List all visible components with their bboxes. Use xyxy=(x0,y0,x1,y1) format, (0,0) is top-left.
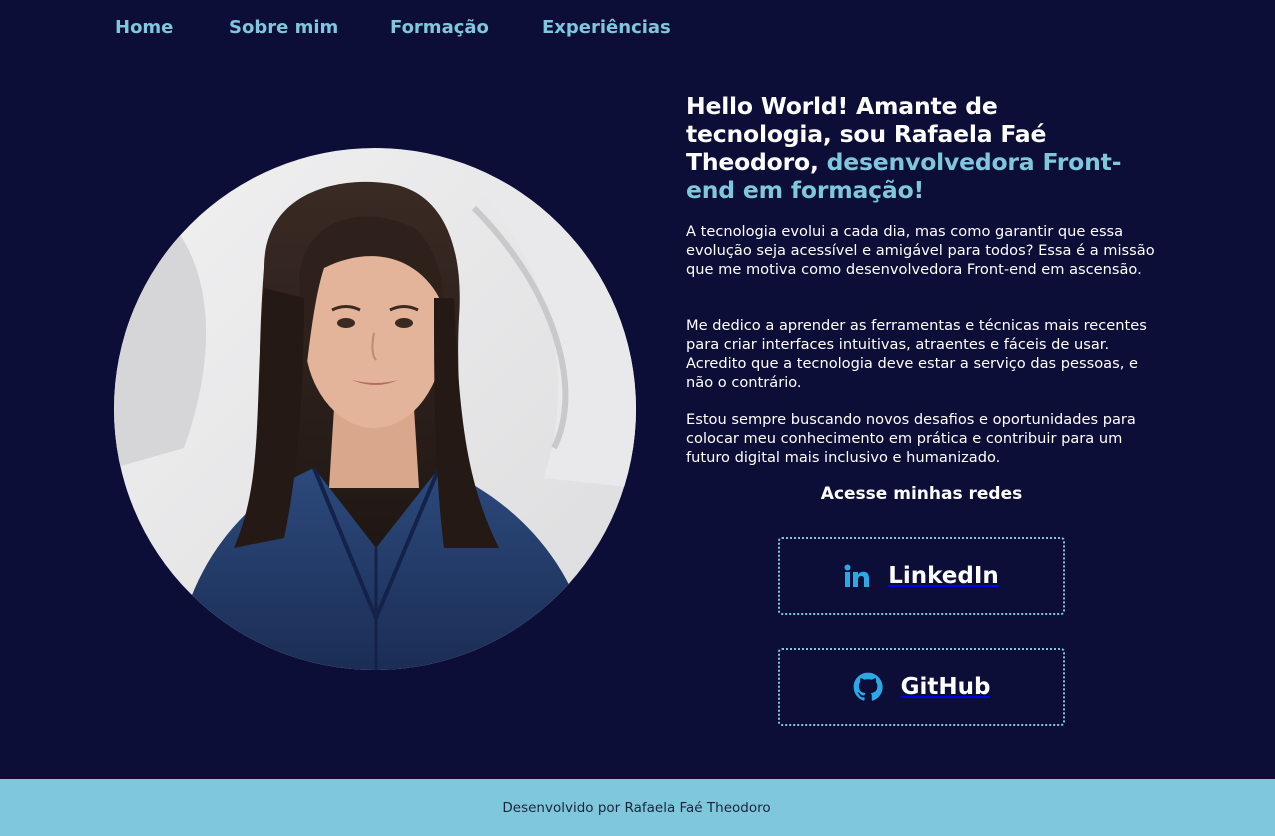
linkedin-button[interactable]: LinkedIn xyxy=(778,537,1065,615)
nav-link-formacao[interactable]: Formação xyxy=(390,17,489,38)
nav-link-sobre-mim[interactable]: Sobre mim xyxy=(229,17,338,38)
intro-paragraph-1: A tecnologia evolui a cada dia, mas como… xyxy=(686,223,1155,278)
intro-paragraph-2: Me dedico a aprender as ferramentas e té… xyxy=(686,317,1147,391)
nav-link-home[interactable]: Home xyxy=(115,17,173,38)
footer: Desenvolvido por Rafaela Faé Theodoro xyxy=(0,779,1275,836)
github-icon xyxy=(853,672,883,702)
social-section-title: Acesse minhas redes xyxy=(820,484,1023,504)
github-label: GitHub xyxy=(900,674,991,700)
main-nav: Home Sobre mim Formação Experiências xyxy=(0,0,1275,58)
linkedin-icon xyxy=(844,564,870,588)
nav-link-experiencias[interactable]: Experiências xyxy=(542,17,671,38)
github-button[interactable]: GitHub xyxy=(778,648,1065,726)
hero-headline: Hello World! Amante de tecnologia, sou R… xyxy=(686,92,1136,204)
linkedin-label: LinkedIn xyxy=(888,563,999,589)
footer-credit: Desenvolvido por Rafaela Faé Theodoro xyxy=(502,799,771,816)
intro-paragraph-3: Estou sempre buscando novos desafios e o… xyxy=(686,411,1136,466)
profile-photo xyxy=(114,148,636,670)
